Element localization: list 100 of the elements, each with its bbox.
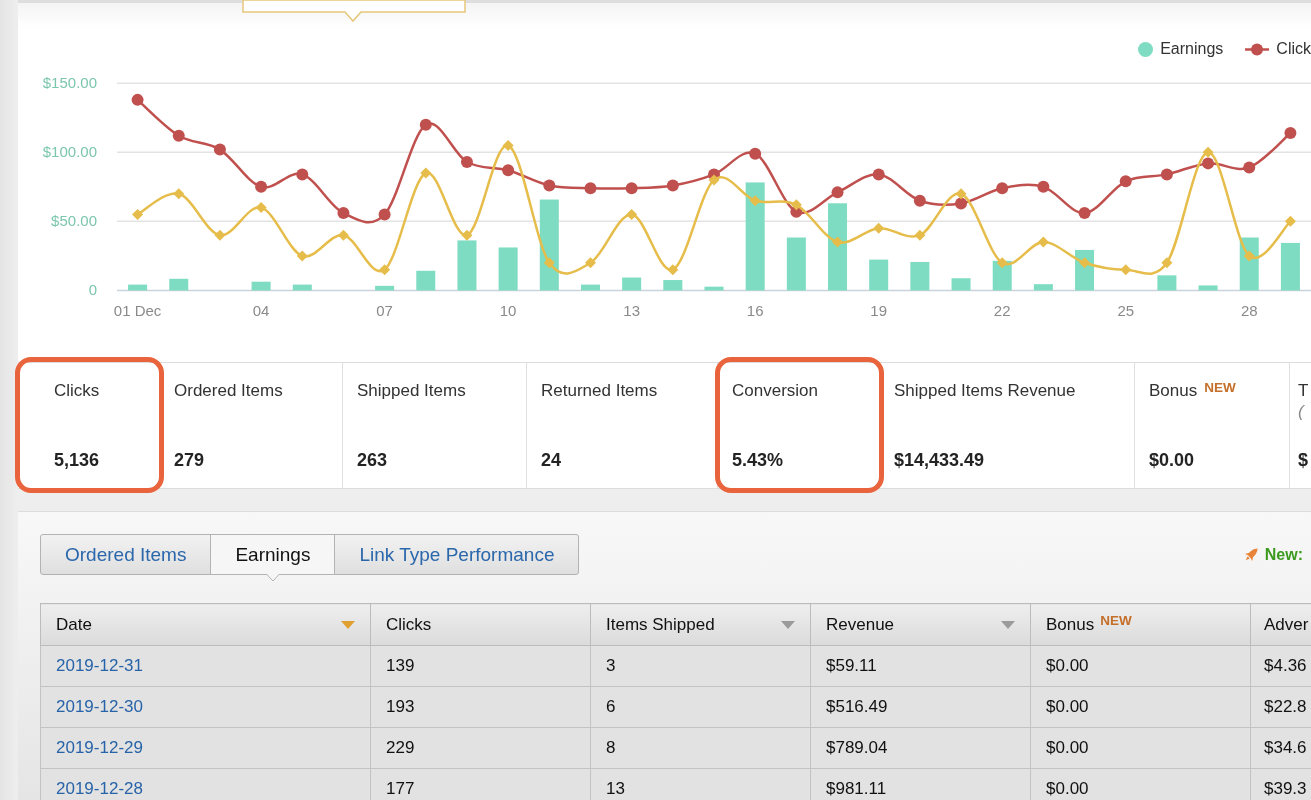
circle-marker (955, 197, 968, 210)
x-axis-label: 28 (1240, 302, 1258, 319)
table-cell: $789.04 (810, 727, 1031, 769)
x-axis-label: 07 (376, 302, 393, 319)
chart-bar (498, 247, 518, 291)
stat-value: $ (1298, 449, 1309, 471)
column-header[interactable]: Revenue (810, 603, 1031, 646)
table-cell: 229 (370, 727, 591, 769)
chart-bar (869, 259, 889, 291)
circle-marker (1202, 157, 1215, 170)
legend-label: Click (1276, 40, 1311, 58)
stat-label: T (1298, 380, 1309, 402)
table-cell: $0.00 (1030, 727, 1251, 769)
chart-bar (251, 281, 271, 291)
sort-caret-icon[interactable] (781, 620, 795, 629)
column-header[interactable]: Bonus NEW (1030, 603, 1251, 646)
diamond-marker (1120, 264, 1132, 276)
circle-marker (131, 93, 144, 106)
column-header[interactable]: Adver (1250, 603, 1311, 646)
x-axis-label: 25 (1117, 302, 1135, 319)
diamond-marker (132, 208, 144, 220)
stat-value: 24 (541, 449, 563, 471)
date-link[interactable]: 2019-12-29 (56, 738, 143, 757)
diamond-marker (585, 257, 596, 269)
table-cell: $0.00 (1030, 686, 1251, 728)
new-label: NEW (1204, 380, 1236, 396)
circle-marker (502, 164, 515, 177)
stat-value: 263 (357, 449, 389, 471)
circle-marker (1284, 127, 1297, 139)
chart-bar (786, 237, 806, 291)
column-header[interactable]: Items Shipped (590, 603, 811, 646)
stat-note: ( (1298, 402, 1306, 422)
diamond-marker (914, 229, 926, 241)
stat-value: $14,433.49 (894, 449, 986, 471)
y-axis-label: $150.00 (42, 74, 97, 92)
diamond-marker (708, 174, 720, 186)
x-axis-label: 10 (499, 302, 517, 319)
circle-marker (1119, 175, 1132, 188)
y-axis-label: $100.00 (42, 143, 97, 161)
chart-bar (622, 277, 642, 291)
stat-label: Ordered Items (174, 380, 283, 402)
table-cell: 193 (370, 686, 591, 728)
table-cell: 6 (590, 686, 811, 728)
chart-bar (1198, 285, 1218, 291)
table-cell: 3 (590, 645, 811, 687)
circle-marker (625, 182, 638, 195)
chart-bar (581, 284, 600, 291)
x-axis-label: 19 (870, 302, 888, 319)
date-link[interactable]: 2019-12-28 (56, 779, 143, 798)
diamond-marker (379, 264, 391, 276)
diamond-marker (1037, 236, 1049, 248)
stat-label: Clicks (54, 380, 100, 402)
chart-bar (375, 285, 395, 291)
circle-marker (584, 182, 597, 195)
circle-marker (666, 179, 679, 192)
chart-bar (292, 284, 312, 291)
diamond-marker (337, 229, 349, 241)
x-axis-label: 16 (746, 302, 764, 319)
diamond-marker (873, 222, 885, 234)
diamond-marker (996, 257, 1008, 269)
diamond-marker (1079, 257, 1091, 269)
chart-bar (1280, 242, 1300, 291)
chart-bar (128, 284, 148, 291)
sort-caret-icon[interactable] (341, 620, 355, 629)
chart-bar (169, 278, 189, 291)
table-cell: $0.00 (1030, 645, 1251, 687)
date-link[interactable]: 2019-12-30 (56, 697, 143, 716)
circle-marker (1037, 180, 1050, 193)
x-axis-label: 01 Dec (113, 302, 162, 319)
circle-marker (213, 143, 226, 156)
circle-marker (1243, 161, 1256, 174)
stat-value: 279 (174, 449, 206, 471)
column-header[interactable]: Date (40, 603, 371, 646)
report-tab[interactable]: Link Type Performance (335, 535, 579, 574)
sort-caret-icon[interactable] (1001, 620, 1015, 629)
diamond-marker (955, 188, 967, 200)
circle-marker (1078, 207, 1091, 220)
table-cell: $59.11 (810, 645, 1031, 687)
stat-label: Conversion (732, 380, 818, 402)
chart-bar (457, 240, 477, 291)
circle-marker (996, 182, 1009, 195)
diamond-marker (1202, 146, 1214, 158)
diamond-marker (667, 264, 679, 276)
diamond-marker (296, 250, 308, 262)
diamond-marker (832, 236, 843, 248)
diamond-marker (420, 167, 432, 179)
chart-bar (1157, 275, 1177, 291)
circle-marker (831, 186, 844, 199)
column-header[interactable]: Clicks (370, 603, 591, 646)
circle-marker (749, 147, 762, 160)
new-label: NEW (1100, 613, 1132, 629)
diamond-marker (626, 208, 638, 220)
stat-label: Shipped Items Revenue (894, 380, 1076, 402)
date-link[interactable]: 2019-12-31 (56, 656, 143, 675)
circle-marker (419, 118, 432, 131)
diamond-marker (173, 188, 185, 200)
circle-marker (872, 168, 885, 181)
chart-bar (1033, 284, 1053, 291)
circle-marker (460, 156, 473, 168)
x-axis-label: 13 (623, 302, 640, 319)
